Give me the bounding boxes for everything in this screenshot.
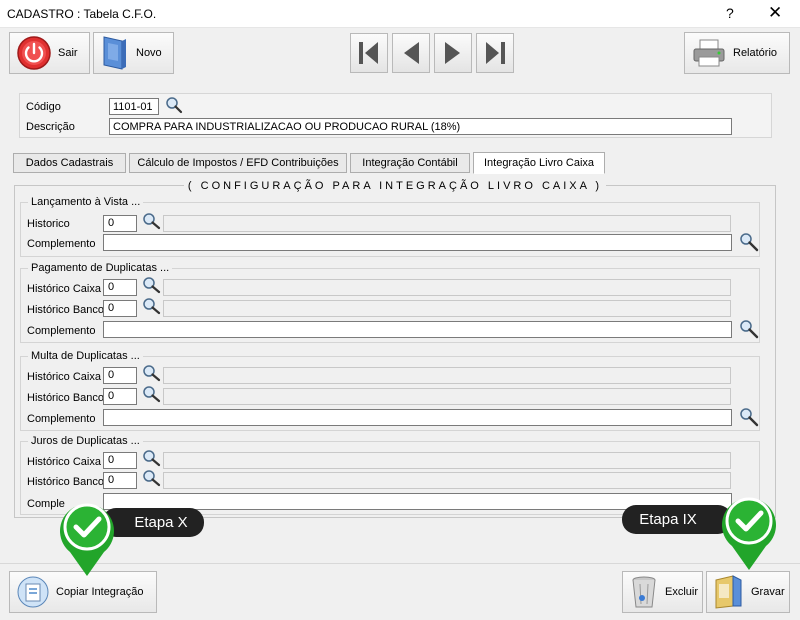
historico-caixa-input[interactable]: 0 (103, 367, 137, 384)
window-title: CADASTRO : Tabela C.F.O. (7, 7, 157, 21)
complemento-input[interactable] (103, 321, 732, 338)
first-icon (359, 42, 378, 64)
historico-caixa-input[interactable]: 0 (103, 452, 137, 469)
tab-dados-cadastrais[interactable]: Dados Cadastrais (13, 153, 126, 173)
excluir-label: Excluir (665, 586, 699, 598)
historico-banco-description (163, 388, 731, 405)
last-record-button[interactable] (476, 33, 514, 73)
codigo-input[interactable]: 1101-01 (109, 98, 159, 115)
search-icon[interactable] (165, 96, 183, 114)
trash-icon (632, 576, 656, 608)
field-label: Histórico Banco (27, 304, 105, 316)
historico-banco-input[interactable]: 0 (103, 472, 137, 489)
codigo-label: Código (26, 101, 61, 113)
group-title: Multa de Duplicatas ... (28, 350, 143, 362)
group-title: Lançamento à Vista ... (28, 196, 144, 208)
new-document-icon (103, 36, 126, 70)
search-icon[interactable] (142, 449, 162, 467)
group-title: Juros de Duplicatas ... (28, 435, 143, 447)
sair-button[interactable]: Sair (9, 32, 90, 74)
field-label: Histórico Banco (27, 392, 105, 404)
search-icon[interactable] (142, 385, 162, 403)
complemento-input[interactable] (103, 234, 732, 251)
historico-caixa-description (163, 279, 731, 296)
config-title-text: ( CONFIGURAÇÃO PARA INTEGRAÇÃO LIVRO CAI… (183, 180, 607, 192)
relatorio-label: Relatório (733, 47, 778, 59)
previous-icon (404, 42, 419, 64)
field-label: Complemento (27, 325, 96, 337)
config-title: ( CONFIGURAÇÃO PARA INTEGRAÇÃO LIVRO CAI… (14, 180, 776, 192)
relatorio-button[interactable]: Relatório (684, 32, 790, 74)
descricao-input[interactable]: COMPRA PARA INDUSTRIALIZACAO OU PRODUCAO… (109, 118, 732, 135)
gravar-button[interactable]: Gravar (706, 571, 790, 613)
search-icon[interactable] (739, 319, 759, 339)
copiar-label: Copiar Integração (56, 586, 144, 598)
printer-icon (693, 39, 725, 67)
check-marker-icon (722, 497, 776, 570)
historico-input[interactable]: 0 (103, 215, 137, 232)
historico-banco-input[interactable]: 0 (103, 388, 137, 405)
close-icon[interactable]: ✕ (768, 3, 782, 23)
field-label: Histórico Caixa (27, 456, 101, 468)
historico-banco-description (163, 472, 731, 489)
callout-label: Etapa X (134, 514, 188, 531)
field-label: Histórico Caixa (27, 371, 101, 383)
tab-integracao-contabil[interactable]: Integração Contábil (350, 153, 470, 173)
historico-banco-description (163, 300, 731, 317)
search-icon[interactable] (142, 469, 162, 487)
historico-caixa-description (163, 367, 731, 384)
search-icon[interactable] (142, 212, 162, 230)
descricao-label: Descrição (26, 121, 75, 133)
save-folder-icon (715, 575, 742, 609)
historico-description (163, 215, 731, 232)
field-label: Complemento (27, 238, 96, 250)
historico-banco-input[interactable]: 0 (103, 300, 137, 317)
power-icon (17, 36, 51, 70)
novo-button[interactable]: Novo (93, 32, 174, 74)
search-icon[interactable] (142, 297, 162, 315)
field-label: Complemento (27, 413, 96, 425)
field-label: Histórico Banco (27, 476, 105, 488)
first-record-button[interactable] (350, 33, 388, 73)
historico-caixa-input[interactable]: 0 (103, 279, 137, 296)
last-icon (486, 42, 505, 64)
tab-calculo-impostos[interactable]: Cálculo de Impostos / EFD Contribuições (129, 153, 347, 173)
previous-record-button[interactable] (392, 33, 430, 73)
novo-label: Novo (136, 47, 162, 59)
field-label: Historico (27, 218, 70, 230)
next-record-button[interactable] (434, 33, 472, 73)
tab-integracao-livro-caixa[interactable]: Integração Livro Caixa (473, 152, 605, 174)
title-bar: CADASTRO : Tabela C.F.O. ? ✕ (0, 0, 800, 28)
check-marker-icon (60, 503, 115, 576)
copy-disk-icon (17, 576, 49, 608)
field-label: Histórico Caixa (27, 283, 101, 295)
historico-caixa-description (163, 452, 731, 469)
gravar-label: Gravar (751, 586, 785, 598)
excluir-button[interactable]: Excluir (622, 571, 703, 613)
group-title: Pagamento de Duplicatas ... (28, 262, 173, 274)
search-icon[interactable] (142, 364, 162, 382)
complemento-input[interactable] (103, 409, 732, 426)
next-icon (445, 42, 460, 64)
search-icon[interactable] (739, 407, 759, 427)
sair-label: Sair (58, 47, 78, 59)
help-icon[interactable]: ? (726, 5, 734, 21)
search-icon[interactable] (739, 232, 759, 252)
search-icon[interactable] (142, 276, 162, 294)
callout-label: Etapa IX (639, 511, 697, 528)
